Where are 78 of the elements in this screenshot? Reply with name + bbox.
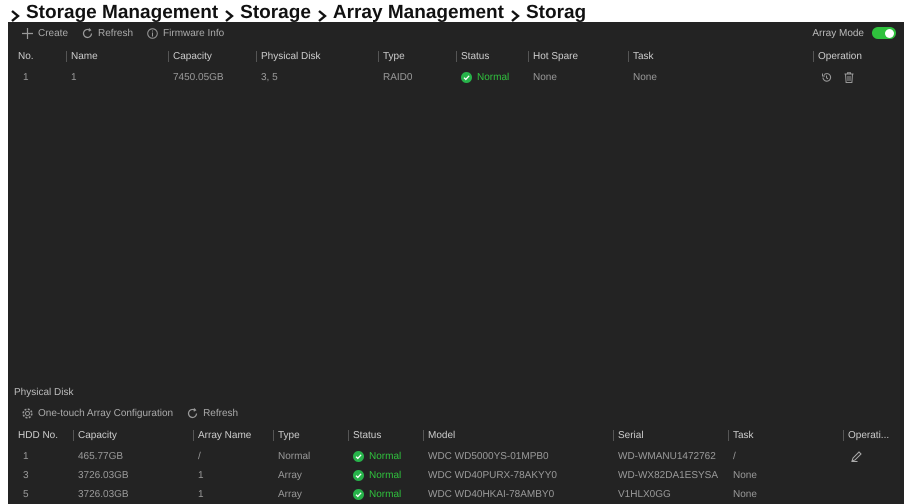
chevron-icon (10, 10, 20, 22)
table-cell-text: Array (277, 470, 303, 481)
column-header: No. (18, 50, 35, 62)
column-header: Array Name (193, 430, 273, 440)
breadcrumb-item[interactable]: Storag (526, 3, 586, 22)
column-header: Serial (613, 430, 728, 440)
refresh-icon (187, 408, 198, 418)
table-cell-text: WD-WMANU1472762 (617, 451, 717, 462)
table-cell-text: WD-WX82DA1ESYSA (617, 470, 720, 481)
check-icon (353, 451, 364, 462)
table-cell-text: / (197, 451, 202, 462)
restore-icon[interactable] (821, 72, 832, 83)
table-cell-text: Normal (277, 451, 312, 462)
table-cell-text: None (732, 489, 758, 500)
column-header: Task (728, 430, 843, 440)
toolbar-button[interactable]: Refresh (82, 26, 134, 40)
status-text: Normal (348, 470, 423, 481)
column-header: Operation (813, 50, 904, 62)
array-mode-toggle[interactable] (872, 27, 896, 39)
table-cell-text: RAID0 (382, 72, 414, 83)
table-cell-text: 1 (70, 72, 78, 83)
column-header: Capacity (168, 50, 256, 62)
column-header: Type (273, 430, 348, 440)
table-cell-text: None (532, 72, 558, 83)
toolbar-button[interactable]: One-touch Array Configuration (22, 406, 174, 420)
plus-icon (22, 28, 33, 38)
status-text: Normal (456, 72, 528, 83)
table-cell-text: WDC WD40PURX-78AKYY0 (427, 470, 558, 481)
status-text: Normal (348, 451, 423, 462)
chevron-icon (510, 10, 520, 22)
check-icon (353, 470, 364, 481)
column-header: Operati... (843, 430, 904, 440)
table-cell-text: WDC WD5000YS-01MPB0 (427, 451, 550, 462)
table-cell-text: / (732, 451, 737, 462)
breadcrumb-item[interactable]: Storage Management (26, 3, 218, 22)
check-icon (353, 489, 364, 500)
refresh-icon (82, 28, 94, 38)
edit-icon[interactable] (851, 451, 862, 462)
table-cell-text: 3 (22, 470, 30, 481)
table-cell-text: 465.77GB (77, 451, 124, 462)
table-cell-text: 1 (197, 470, 205, 481)
array-mode-label: Array Mode (812, 28, 864, 38)
column-header: Status (456, 50, 528, 62)
table-cell-text: Array (277, 489, 303, 500)
table-cell-text: 7450.05GB (172, 72, 225, 83)
table-cell-text: 3726.03GB (77, 470, 130, 481)
column-header: Status (348, 430, 423, 440)
check-icon (461, 72, 472, 83)
table-cell-text: 3, 5 (260, 72, 279, 83)
breadcrumb-item[interactable]: Storage (240, 3, 311, 22)
column-header: Task (628, 50, 813, 62)
status-text: Normal (348, 489, 423, 500)
column-header: Type (378, 50, 456, 62)
column-header: HDD No. (18, 430, 60, 440)
delete-icon[interactable] (844, 72, 854, 83)
table-cell-text: 1 (22, 451, 30, 462)
column-header: Model (423, 430, 613, 440)
info-icon (147, 28, 158, 38)
column-header: Physical Disk (256, 50, 378, 62)
column-header: Capacity (73, 430, 193, 440)
column-header: Name (66, 50, 168, 62)
gear-icon (22, 408, 33, 418)
table-cell-text: 5 (22, 489, 30, 500)
column-header: Hot Spare (528, 50, 628, 62)
section-title: Physical Disk (13, 387, 74, 400)
chevron-icon (224, 10, 234, 22)
table-cell-text: WDC WD40HKAI-78AMBY0 (427, 489, 556, 500)
table-cell-text: None (732, 470, 758, 481)
breadcrumb-item[interactable]: Array Management (332, 3, 504, 22)
toolbar-button[interactable]: Refresh (187, 406, 238, 420)
chevron-icon (316, 10, 327, 22)
table-cell-text: 1 (197, 489, 205, 500)
toolbar-button[interactable]: Create (22, 26, 68, 40)
toolbar-button[interactable]: Firmware Info (147, 26, 224, 40)
table-cell-text: None (632, 72, 658, 83)
table-cell-text: V1HLX0GG (617, 489, 672, 500)
table-cell-text: 3726.03GB (77, 489, 130, 500)
table-cell-text: 1 (22, 72, 30, 83)
